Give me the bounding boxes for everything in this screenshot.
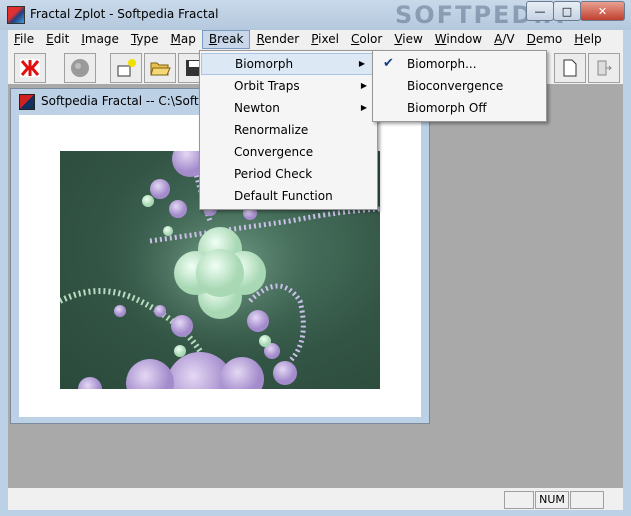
toolbar-new-button[interactable] [110,53,142,83]
menu-item-label: Orbit Traps [234,79,300,93]
menu-av[interactable]: A/V [488,30,520,50]
break-menu-item-period-check[interactable]: Period Check [200,163,377,185]
menu-type[interactable]: Type [125,30,165,50]
title-bar[interactable]: Fractal Zplot - Softpedia Fractal SOFTPE… [0,0,631,30]
menu-item-label: Bioconvergence [407,79,504,93]
maximize-button[interactable]: □ [553,1,581,21]
menu-item-label: Period Check [234,167,313,181]
break-menu-item-orbit-traps[interactable]: Orbit Traps ▶ [200,75,377,97]
menu-help[interactable]: Help [568,30,607,50]
grey-circle-icon [71,59,89,77]
submenu-arrow-icon: ▶ [360,103,367,112]
menu-item-label: Biomorph Off [407,101,487,115]
menu-map[interactable]: Map [165,30,202,50]
menu-image[interactable]: Image [75,30,125,50]
biomorph-submenu-item-biomorph-off[interactable]: Biomorph Off [373,97,546,119]
checkmark-icon: ✔ [383,56,394,71]
page-icon [563,59,577,77]
close-button[interactable]: ✕ [580,1,625,21]
toolbar-new-fractal-button[interactable] [14,53,46,83]
status-bar: NUM [8,488,623,510]
menu-item-label: Renormalize [234,123,309,137]
biomorph-submenu-item-biomorph[interactable]: ✔ Biomorph... [373,53,546,75]
toolbar-open-button[interactable] [144,53,176,83]
status-panel-blank [504,491,534,509]
menu-bar: File Edit Image Type Map Break Render Pixel Colo… [8,30,623,50]
biomorph-submenu: ✔ Biomorph... Bioconvergence Biomorph Off [372,50,547,122]
exit-door-icon [597,60,612,76]
menu-window[interactable]: Window [429,30,488,50]
menu-item-label: Newton [234,101,280,115]
menu-break[interactable]: Break [201,30,251,49]
window-title: Fractal Zplot - Softpedia Fractal [30,7,219,21]
child-window-title: Softpedia Fractal -- C:\Softped [41,94,222,108]
fractal-doc-icon [19,94,35,110]
break-menu-item-default-function[interactable]: Default Function [200,185,377,207]
menu-render[interactable]: Render [250,30,305,50]
minimize-icon: — [534,4,546,18]
menu-view[interactable]: View [388,30,428,50]
menu-pixel[interactable]: Pixel [305,30,345,50]
submenu-arrow-icon: ▶ [360,81,367,90]
break-menu-item-newton[interactable]: Newton ▶ [200,97,377,119]
submenu-arrow-icon: ▶ [358,59,365,68]
menu-item-label: Biomorph [235,57,294,71]
menu-edit[interactable]: Edit [40,30,75,50]
menu-item-label: Convergence [234,145,314,159]
toolbar-grey-button[interactable] [64,53,96,83]
minimize-button[interactable]: — [526,1,554,21]
close-icon: ✕ [597,4,608,18]
toolbar-page-button[interactable] [554,53,586,83]
menu-color[interactable]: Color [345,30,388,50]
folder-open-icon [150,62,171,76]
status-panel-scrl [570,491,604,509]
menu-item-label: Biomorph... [407,57,477,71]
break-menu-item-convergence[interactable]: Convergence [200,141,377,163]
status-num: NUM [535,491,569,509]
break-menu-item-biomorph[interactable]: Biomorph ▶ [201,53,376,75]
menu-file[interactable]: File [8,30,40,50]
biomorph-submenu-item-bioconvergence[interactable]: Bioconvergence [373,75,546,97]
break-menu-item-renormalize[interactable]: Renormalize [200,119,377,141]
break-menu: Biomorph ▶ Orbit Traps ▶ Newton ▶ Renormalize C… [199,50,378,210]
fractal-red-icon [20,59,40,77]
maximize-icon: □ [561,4,573,18]
app-icon[interactable] [7,6,25,24]
menu-item-label: Default Function [234,189,333,203]
new-star-icon [117,59,136,77]
toolbar-exit-button[interactable] [588,53,620,83]
menu-demo[interactable]: Demo [521,30,569,50]
